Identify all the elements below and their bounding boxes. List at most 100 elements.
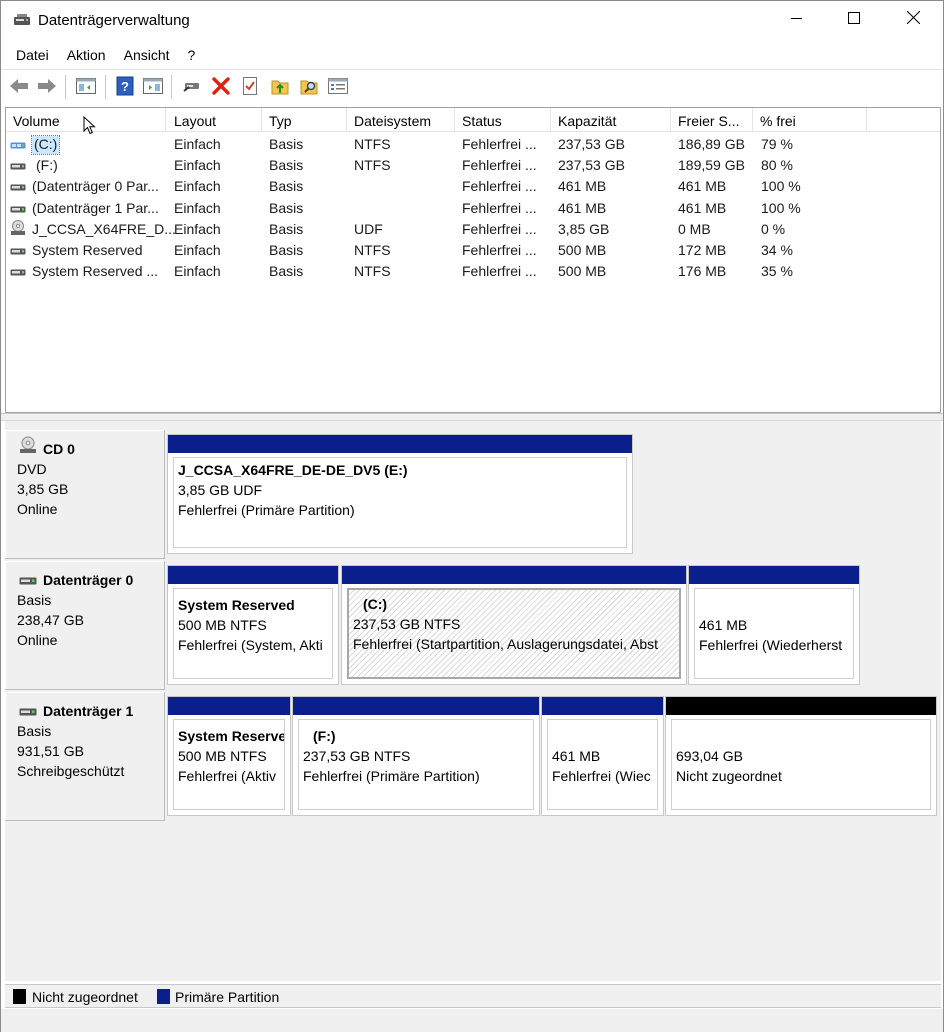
disk-type: DVD xyxy=(17,461,47,477)
disk-label-datentraeger-0[interactable]: Datenträger 0 Basis 238,47 GB Online xyxy=(5,561,165,690)
partition-disk1-unallocated[interactable]: 693,04 GB Nicht zugeordnet xyxy=(665,696,937,816)
partition-details: 461 MB Fehlerfrei (Wiederherst xyxy=(694,588,854,679)
column-header-typ[interactable]: Typ xyxy=(262,108,347,132)
volume-list-row[interactable]: (F:) Einfach Basis NTFS Fehlerfrei ... 237,53… xyxy=(6,155,940,176)
column-header-prozent-frei[interactable]: % frei xyxy=(753,108,867,132)
cell-typ: Basis xyxy=(269,199,304,216)
minimize-button[interactable] xyxy=(768,1,826,37)
partition-disk1-system-reserved[interactable]: System Reserve 500 MB NTFS Fehlerfrei (A… xyxy=(167,696,291,816)
connect-virtual-disk-button[interactable] xyxy=(181,76,203,98)
disk-name: Datenträger 1 xyxy=(43,703,134,719)
partition-status: Fehlerfrei (Primäre Partition) xyxy=(178,502,355,518)
partition-disk1-f[interactable]: (F:) 237,53 GB NTFS Fehlerfrei (Primäre … xyxy=(292,696,540,816)
forward-icon xyxy=(37,78,57,97)
legend-swatch-unallocated xyxy=(13,989,26,1004)
hard-disk-icon xyxy=(19,704,37,720)
cell-free: 461 MB xyxy=(678,199,727,216)
partition-size: 461 MB xyxy=(552,748,601,764)
column-header-status[interactable]: Status xyxy=(455,108,551,132)
menu-ansicht[interactable]: Ansicht xyxy=(115,43,179,69)
cell-volume: System Reserved xyxy=(32,242,143,258)
search-button[interactable] xyxy=(298,76,320,98)
partition-status: Fehlerfrei (Primäre Partition) xyxy=(303,768,480,784)
cell-typ: Basis xyxy=(269,263,304,280)
show-hide-console-tree-icon xyxy=(76,77,96,98)
volume-list-row[interactable]: (Datenträger 0 Par... Einfach Basis Fehlerf… xyxy=(6,176,940,197)
toolbar-separator xyxy=(105,75,106,99)
partition-size: 500 MB NTFS xyxy=(178,617,267,633)
column-header-kapazitaet[interactable]: Kapazität xyxy=(551,108,671,132)
volume-list-row[interactable]: System Reserved Einfach Basis NTFS Fehlerfre… xyxy=(6,240,940,261)
cell-typ: Basis xyxy=(269,157,304,174)
disk-type: Basis xyxy=(17,723,52,739)
cell-pct: 35 % xyxy=(761,263,793,280)
svg-text:?: ? xyxy=(121,79,129,94)
column-header-freier-speicher[interactable]: Freier S... xyxy=(671,108,753,132)
partition-disk0-system-reserved[interactable]: System Reserved 500 MB NTFS Fehlerfrei (… xyxy=(167,565,339,685)
cell-status: Fehlerfrei ... xyxy=(462,157,537,174)
cell-capacity: 237,53 GB xyxy=(558,136,625,152)
cell-free: 461 MB xyxy=(678,178,727,195)
export-list-button[interactable] xyxy=(269,76,291,98)
menu-help[interactable]: ? xyxy=(179,43,205,69)
volume-list-row[interactable]: System Reserved ... Einfach Basis NTFS Fehle… xyxy=(6,261,940,282)
forward-button[interactable] xyxy=(36,76,58,98)
cell-pct: 0 % xyxy=(761,220,786,237)
partition-title: System Reserve xyxy=(178,728,285,744)
partition-size: 461 MB xyxy=(699,617,748,633)
volume-drive-icon xyxy=(10,265,26,277)
volume-drive-icon xyxy=(10,244,26,256)
partition-status: Fehlerfrei (Startpartition, Auslagerungs… xyxy=(353,636,659,652)
close-icon xyxy=(906,10,920,27)
disk-label-datentraeger-1[interactable]: Datenträger 1 Basis 931,51 GB Schreibges… xyxy=(5,692,165,821)
list-properties-button[interactable] xyxy=(327,76,349,98)
cell-typ: Basis xyxy=(269,178,304,195)
menu-datei[interactable]: Datei xyxy=(7,43,58,69)
pane-splitter[interactable] xyxy=(1,413,943,421)
volume-list-row[interactable]: (Datenträger 1 Par... Einfach Basis Fehlerf… xyxy=(6,198,940,219)
cell-status: Fehlerfrei ... xyxy=(462,199,537,216)
menu-aktion[interactable]: Aktion xyxy=(58,43,115,69)
cell-dateisystem: NTFS xyxy=(354,242,391,258)
properties-check-button[interactable] xyxy=(239,76,261,98)
help-button[interactable]: ? xyxy=(114,76,136,98)
volume-list-row[interactable]: (C:) Einfach Basis NTFS Fehlerfrei ... 237,53… xyxy=(6,134,940,155)
partition-details: System Reserve 500 MB NTFS Fehlerfrei (A… xyxy=(173,719,285,810)
partition-details: J_CCSA_X64FRE_DE-DE_DV5 (E:) 3,85 GB UDF… xyxy=(173,457,627,548)
cell-status: Fehlerfrei ... xyxy=(462,136,537,152)
column-header-layout[interactable]: Layout xyxy=(167,108,262,132)
show-hide-action-pane-button[interactable] xyxy=(142,76,164,98)
partition-disk0-recovery[interactable]: 461 MB Fehlerfrei (Wiederherst xyxy=(688,565,860,685)
partition-details: 461 MB Fehlerfrei (Wiec xyxy=(547,719,658,810)
close-button[interactable] xyxy=(884,1,942,37)
cell-free: 189,59 GB xyxy=(678,157,745,174)
title-bar[interactable]: Datenträgerverwaltung xyxy=(1,1,943,41)
volume-drive-icon xyxy=(10,202,26,214)
cell-volume: System Reserved ... xyxy=(32,263,159,280)
volume-list[interactable]: Volume Layout Typ Dateisystem Status Kap… xyxy=(5,107,941,413)
partition-disk1-recovery[interactable]: 461 MB Fehlerfrei (Wiec xyxy=(541,696,664,816)
cell-free: 176 MB xyxy=(678,263,727,280)
partition-cd0-e[interactable]: J_CCSA_X64FRE_DE-DE_DV5 (E:) 3,85 GB UDF… xyxy=(167,434,633,554)
disk-size: 3,85 GB xyxy=(17,481,69,497)
partition-disk0-c[interactable]: (C:) 237,53 GB NTFS Fehlerfrei (Startpar… xyxy=(341,565,687,685)
status-bar xyxy=(1,1009,943,1032)
cell-layout: Einfach xyxy=(174,136,221,152)
search-icon xyxy=(300,76,318,99)
cell-free: 0 MB xyxy=(678,220,711,237)
show-hide-console-tree-button[interactable] xyxy=(75,76,97,98)
window-title: Datenträgerverwaltung xyxy=(38,12,190,29)
partition-color-bar xyxy=(666,697,936,715)
back-button[interactable] xyxy=(8,76,30,98)
cell-status: Fehlerfrei ... xyxy=(462,263,537,280)
disk-label-cd0[interactable]: CD 0 DVD 3,85 GB Online xyxy=(5,430,165,559)
disk-management-app-icon xyxy=(13,13,31,29)
delete-button[interactable] xyxy=(210,76,232,98)
volume-list-row[interactable]: J_CCSA_X64FRE_D... Einfach Basis UDF Fehlerf… xyxy=(6,219,940,240)
partition-size: 693,04 GB xyxy=(676,748,743,764)
partition-size: 237,53 GB NTFS xyxy=(353,616,461,632)
column-header-dateisystem[interactable]: Dateisystem xyxy=(347,108,455,132)
partition-details: 693,04 GB Nicht zugeordnet xyxy=(671,719,931,810)
maximize-button[interactable] xyxy=(825,1,883,37)
cell-pct: 100 % xyxy=(761,178,801,195)
